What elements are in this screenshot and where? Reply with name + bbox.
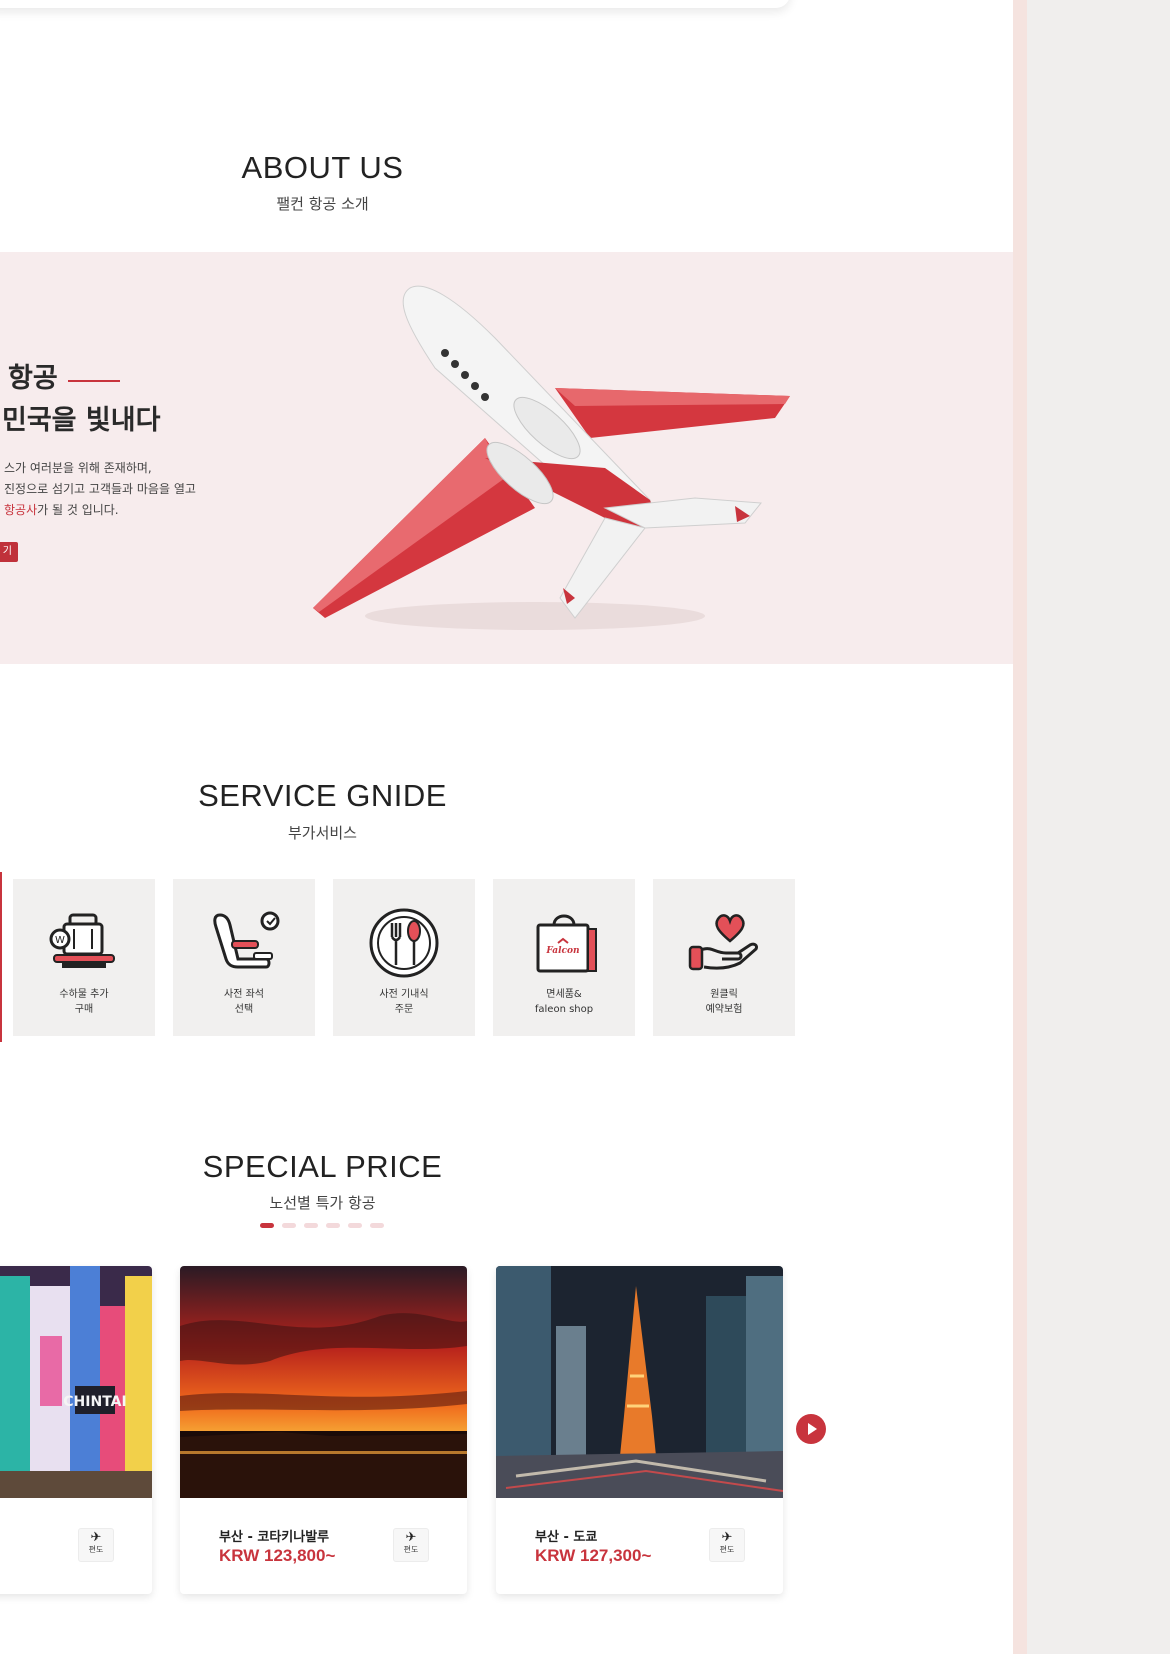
sunset-sea-photo — [180, 1266, 467, 1498]
service-item-shop[interactable]: Falcon 면세품& faleon shop — [493, 879, 635, 1036]
price-card-route: 부산 - 코타키나발루 — [219, 1530, 330, 1545]
special-subtitle: 노선별 특가 항공 — [269, 1194, 376, 1212]
one-way-badge[interactable]: ✈ 편도 — [393, 1528, 429, 1562]
service-item-insurance[interactable]: 원클릭 예약보험 — [653, 879, 795, 1036]
service-subtitle: 부가서비스 — [287, 824, 357, 842]
osaka-signs-photo: CHINTAI — [0, 1266, 152, 1498]
carousel-next-button[interactable] — [796, 1414, 826, 1444]
service-title: SERVICE GNIDE — [198, 778, 447, 813]
service-label-baggage: 수하물 추가 구매 — [59, 989, 109, 1015]
about-heading-line2: 민국을 빛내다 — [2, 405, 161, 436]
play-arrow-icon — [808, 1423, 817, 1435]
about-desc-rest: 가 될 것 입니다. — [37, 503, 119, 517]
heart-hand-icon — [688, 914, 758, 971]
top-card — [0, 0, 790, 8]
special-title: SPECIAL PRICE — [202, 1149, 443, 1184]
about-desc-3: 항공사가 될 것 입니다. — [4, 501, 119, 518]
price-card-tokyo[interactable]: 부산 - 도쿄 KRW 127,300~ ✈ 편도 — [496, 1266, 783, 1594]
about-desc-2: 진정으로 섬기고 고객들과 마음을 열고 — [4, 482, 196, 496]
service-label-meal: 사전 기내식 주문 — [379, 989, 429, 1015]
airplane-image — [313, 285, 790, 630]
plane-icon: ✈ — [405, 1530, 417, 1545]
pagination-dot-6[interactable] — [370, 1223, 384, 1228]
about-heading-line1: 항공 — [8, 363, 58, 394]
shopping-bag-icon: Falcon — [536, 914, 597, 973]
about-title: ABOUT US — [241, 150, 404, 185]
svg-text:W: W — [55, 935, 65, 946]
service-label-seat: 사전 좌석 선택 — [224, 989, 264, 1015]
pagination-dot-1[interactable] — [260, 1223, 274, 1228]
service-label-shop: 면세품& faleon shop — [534, 989, 594, 1015]
price-card-route: 부산 - 도쿄 — [535, 1530, 598, 1545]
svg-text:CHINTAI: CHINTAI — [63, 1394, 126, 1410]
service-item-baggage[interactable]: W 수하물 추가 구매 — [13, 879, 155, 1036]
about-subtitle: 팰컨 항공 소개 — [276, 195, 369, 213]
about-more-button[interactable]: 기 — [0, 542, 18, 562]
one-way-badge[interactable]: ✈ 편도 — [709, 1528, 745, 1562]
pagination-dot-2[interactable] — [282, 1223, 296, 1228]
price-card-price: KRW 123,800~ — [219, 1546, 336, 1565]
svg-text:Falcon: Falcon — [545, 946, 579, 956]
price-card-osaka[interactable]: CHINTAI ~ ✈편도 — [0, 1266, 152, 1594]
pagination-dot-3[interactable] — [304, 1223, 318, 1228]
baggage-icon: W — [49, 913, 115, 968]
price-card-kota-kinabalu[interactable]: 부산 - 코타키나발루 KRW 123,800~ ✈ 편도 — [180, 1266, 467, 1594]
one-way-badge[interactable]: ✈ 편도 — [78, 1528, 114, 1562]
meal-icon — [369, 908, 439, 978]
tokyo-tower-photo — [496, 1266, 783, 1498]
heading-underline — [68, 380, 120, 382]
pagination-dot-4[interactable] — [326, 1223, 340, 1228]
about-desc-1: 스가 여러분을 위해 존재하며, — [4, 461, 152, 475]
plane-icon: ✈ — [721, 1530, 733, 1545]
plane-icon: ✈ — [90, 1530, 102, 1545]
page: ABOUT US 팰컨 항공 소개 항공 민국을 빛내다 스가 여러분을 위해 … — [0, 0, 1013, 1654]
seat-icon — [213, 911, 280, 969]
service-scroll-indicator — [0, 872, 2, 1042]
price-card-price: KRW 127,300~ — [535, 1546, 652, 1565]
service-label-insurance: 원클릭 예약보험 — [705, 989, 743, 1015]
page-edge-shadow — [1013, 0, 1027, 1654]
service-item-seat[interactable]: 사전 좌석 선택 — [173, 879, 315, 1036]
service-item-meal[interactable]: 사전 기내식 주문 — [333, 879, 475, 1036]
pagination-dot-5[interactable] — [348, 1223, 362, 1228]
about-desc-highlight: 항공사 — [4, 503, 38, 517]
